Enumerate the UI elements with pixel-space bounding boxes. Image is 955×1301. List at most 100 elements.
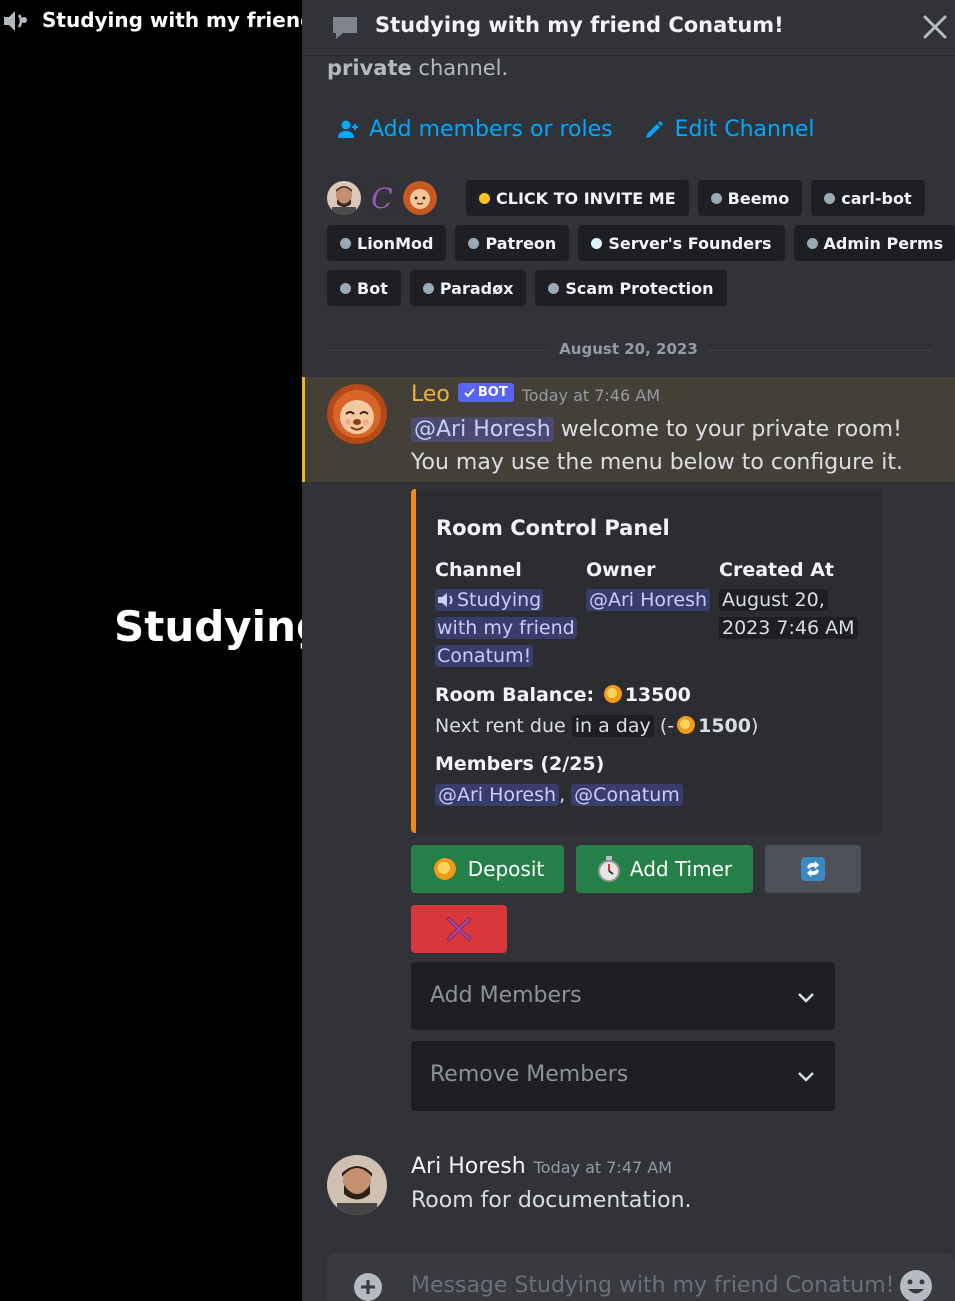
members-field-label: Members (2/25): [435, 753, 605, 775]
add-members-placeholder: Add Members: [430, 983, 582, 1008]
created-line-2: 2023 7:46 AM: [719, 614, 858, 642]
owner-mention[interactable]: @Ari Horesh: [586, 589, 711, 611]
add-timer-button[interactable]: Add Timer: [576, 845, 753, 893]
message-author[interactable]: Ari Horesh: [411, 1154, 526, 1179]
edit-channel-link[interactable]: Edit Channel: [643, 117, 815, 142]
role-color-dot: [824, 192, 836, 204]
created-line-1: August 20,: [719, 586, 858, 614]
intro-rest: channel.: [411, 56, 509, 80]
balance-label: Room Balance:: [435, 684, 595, 706]
role-chip[interactable]: LionMod: [327, 225, 447, 261]
add-members-label: Add members or roles: [369, 117, 613, 142]
delete-room-button[interactable]: [411, 905, 507, 953]
member-avatars[interactable]: C: [327, 181, 441, 215]
add-person-icon: [338, 120, 358, 138]
leo-avatar[interactable]: [327, 384, 387, 444]
role-chip[interactable]: CLICK TO INVITE ME: [466, 180, 689, 216]
chevron-down-icon: [798, 1072, 814, 1082]
rent-due: Next rent due in a day (- 1500): [435, 712, 758, 740]
rent-open: (-: [659, 715, 675, 737]
channel-mention[interactable]: Studying: [435, 589, 544, 611]
role-color-dot: [340, 282, 351, 294]
rent-close: ): [750, 715, 759, 737]
ari-message-content: Room for documentation.: [411, 1188, 692, 1213]
user-mention[interactable]: @Ari Horesh: [411, 417, 554, 442]
ari-avatar[interactable]: [327, 1155, 387, 1215]
emoji-icon[interactable]: [899, 1269, 933, 1301]
channel-field-label: Channel: [435, 559, 522, 581]
rent-prefix: Next rent due: [435, 715, 566, 737]
crossed-swords-icon: [447, 917, 471, 941]
refresh-button[interactable]: [765, 845, 861, 893]
role-row-2: LionMod Patreon Server's Founders Admin …: [327, 225, 955, 261]
stage-title: Studying: [114, 602, 302, 651]
role-chip[interactable]: Scam Protection: [535, 270, 727, 306]
member-mention[interactable]: @Ari Horesh: [435, 784, 560, 806]
created-field-label: Created At: [719, 559, 834, 581]
thread-title: Studying with my friend Conatum!: [375, 13, 784, 37]
thread-header: Studying with my friend Conatum!: [302, 0, 955, 56]
speaker-icon: [4, 11, 27, 31]
conatum-avatar-small: C: [365, 181, 399, 215]
leo-avatar-small: [403, 181, 437, 215]
members-field-value: @Ari Horesh, @Conatum: [435, 781, 683, 809]
role-color-dot: [479, 192, 490, 204]
edit-channel-label: Edit Channel: [674, 117, 815, 142]
refresh-icon: [801, 857, 825, 881]
room-control-embed: Room Control Panel Channel Studying with…: [411, 489, 882, 833]
role-label: Paradøx: [439, 278, 514, 298]
channel-field-value[interactable]: Studying with my friend Conatum!: [435, 586, 577, 670]
role-color-dot: [591, 237, 603, 249]
message-input[interactable]: Message Studying with my friend Conatum!: [411, 1273, 894, 1298]
leo-message-content: @Ari Horesh welcome to your private room…: [411, 413, 903, 479]
member-mention[interactable]: @Conatum: [571, 784, 683, 806]
channel-name-line-3[interactable]: Conatum!: [435, 645, 534, 667]
role-label: Beemo: [727, 188, 790, 208]
ari-avatar-small: [327, 181, 361, 215]
role-chip[interactable]: Patreon: [455, 225, 570, 261]
role-chip[interactable]: carl-bot: [811, 180, 925, 216]
remove-members-select[interactable]: Remove Members: [411, 1041, 835, 1111]
stopwatch-icon: [597, 856, 620, 882]
ari-message-header: Ari Horesh Today at 7:47 AM: [411, 1154, 672, 1179]
role-chip[interactable]: Bot: [327, 270, 401, 306]
remove-members-placeholder: Remove Members: [430, 1062, 629, 1087]
role-color-dot: [422, 282, 434, 294]
message-text: welcome to your private room!: [553, 417, 902, 442]
add-members-select[interactable]: Add Members: [411, 962, 835, 1030]
role-color-dot: [468, 237, 480, 249]
add-members-or-roles-link[interactable]: Add members or roles: [337, 117, 613, 142]
owner-field-label: Owner: [586, 559, 656, 581]
channel-name-line-2[interactable]: with my friend: [435, 617, 577, 639]
role-color-dot: [340, 237, 351, 249]
channel-name-line-1: Studying: [457, 589, 542, 611]
thread-panel: Studying with my friend Conatum! private…: [302, 0, 955, 1301]
role-label: Admin Perms: [823, 233, 944, 253]
message-timestamp: Today at 7:46 AM: [521, 386, 660, 405]
message-author[interactable]: Leo: [411, 382, 450, 407]
role-label: Patreon: [485, 233, 557, 253]
speaker-icon: [438, 593, 453, 607]
channel-intro-text: private channel.: [327, 56, 508, 80]
role-chip[interactable]: Paradøx: [409, 270, 527, 306]
plus-circle-icon[interactable]: [353, 1272, 383, 1301]
coin-icon: [603, 685, 622, 703]
created-date: August 20,: [719, 589, 828, 611]
role-chip[interactable]: Server's Founders: [578, 225, 785, 261]
role-chip[interactable]: Admin Perms: [793, 225, 955, 261]
role-chip[interactable]: Beemo: [697, 180, 803, 216]
app-root: Studying with my friend C Studying Study…: [0, 0, 955, 1301]
role-label: Server's Founders: [608, 233, 772, 253]
member-separator: ,: [559, 784, 566, 806]
role-label: Bot: [357, 278, 388, 298]
created-field-value: August 20, 2023 7:46 AM: [719, 586, 858, 642]
coin-icon: [433, 858, 456, 880]
checkmark-icon: [464, 388, 475, 398]
close-icon[interactable]: [920, 12, 950, 42]
deposit-button[interactable]: Deposit: [411, 845, 564, 893]
chevron-down-icon: [798, 993, 814, 1003]
pencil-icon: [645, 120, 663, 138]
channel-mention-line: Conatum!: [435, 642, 577, 670]
role-label: Scam Protection: [565, 278, 714, 298]
voice-channel-title: Studying with my friend C: [42, 8, 302, 32]
